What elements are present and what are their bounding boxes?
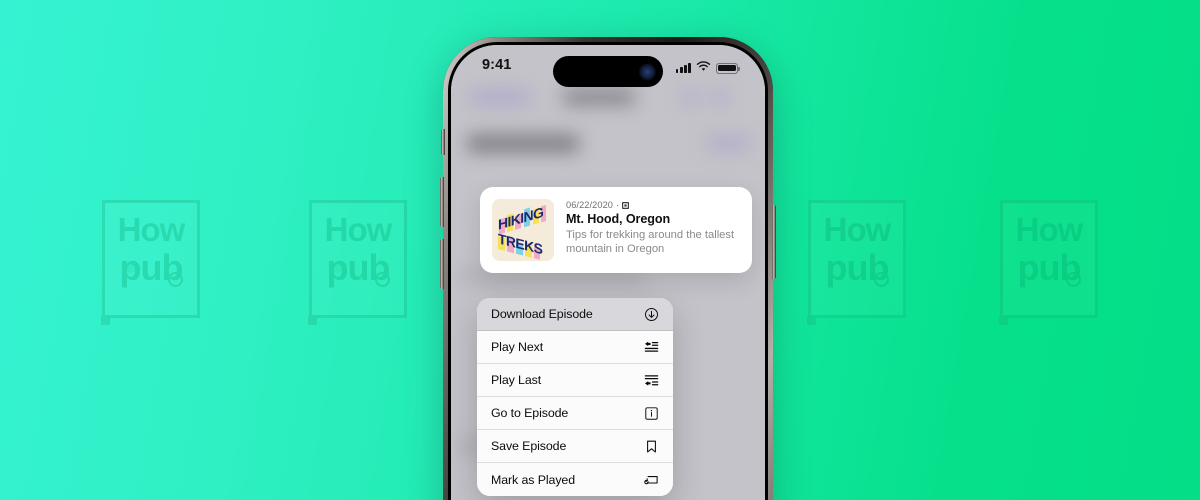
mute-switch[interactable] <box>441 129 445 155</box>
context-menu-item-save-episode[interactable]: Save Episode <box>477 430 673 463</box>
volume-up-button[interactable] <box>440 177 444 227</box>
mark-played-icon <box>644 472 659 487</box>
volume-down-button[interactable] <box>440 239 444 289</box>
battery-full-icon <box>716 62 741 74</box>
episode-meta: 06/22/2020 · Mt. Hood, Oregon Tips for t… <box>566 199 740 261</box>
watermark-line-1: How <box>117 211 186 248</box>
watermark-corner-mark <box>308 316 317 325</box>
context-menu-item-mark-as-played[interactable]: Mark as Played <box>477 463 673 496</box>
episode-date-row: 06/22/2020 · <box>566 200 740 210</box>
status-bar-indicators <box>675 59 741 77</box>
watermark-line-1: How <box>324 211 393 248</box>
context-menu-item-play-last[interactable]: Play Last <box>477 364 673 397</box>
context-menu-item-label: Play Next <box>491 340 544 354</box>
iphone-device-mockup: 9:41 HIKING TREKS 06/22/2020 · Mt. Hood,… <box>440 37 776 500</box>
watermark-corner-mark <box>101 316 110 325</box>
episode-subtitle: Tips for trekking around the tallest mou… <box>566 229 735 256</box>
episode-date: 06/22/2020 <box>566 200 613 210</box>
episode-date-separator: · <box>615 200 620 210</box>
phone-screen: 9:41 HIKING TREKS 06/22/2020 · Mt. Hood,… <box>451 45 765 500</box>
play-next-icon <box>644 340 659 355</box>
watermark-line-2: pub <box>119 247 184 288</box>
watermark-ring <box>1066 272 1081 287</box>
watermark-line-2: pub <box>825 247 890 288</box>
context-menu-item-label: Save Episode <box>491 439 567 453</box>
watermark-ring <box>168 272 183 287</box>
howpub-watermark: How pub <box>308 200 407 325</box>
status-bar-time: 9:41 <box>482 57 512 73</box>
dynamic-island <box>553 56 663 87</box>
context-menu-item-label: Download Episode <box>491 307 593 321</box>
play-last-icon <box>644 373 659 388</box>
watermark-line-1: How <box>1015 211 1084 248</box>
context-menu-item-label: Go to Episode <box>491 406 569 420</box>
bookmark-icon <box>644 439 659 454</box>
watermark-line-2: pub <box>1017 247 1082 288</box>
episode-card[interactable]: HIKING TREKS 06/22/2020 · Mt. Hood, Oreg… <box>480 187 752 273</box>
howpub-watermark: How pub <box>807 200 906 325</box>
context-menu-item-label: Play Last <box>491 373 542 387</box>
howpub-watermark: How pub <box>999 200 1098 325</box>
context-menu-item-download-episode[interactable]: Download Episode <box>477 298 673 331</box>
front-camera-icon <box>639 63 656 80</box>
context-menu-item-play-next[interactable]: Play Next <box>477 331 673 364</box>
context-menu-item-label: Mark as Played <box>491 472 575 487</box>
watermark-ring <box>874 272 889 287</box>
context-menu-item-go-to-episode[interactable]: Go to Episode <box>477 397 673 430</box>
watermark-ring <box>375 272 390 287</box>
watermark-line-2: pub <box>326 247 391 288</box>
signal-bars-icon <box>675 63 691 73</box>
episode-title: Mt. Hood, Oregon <box>566 212 671 226</box>
download-circle-icon <box>644 307 659 322</box>
wifi-icon <box>696 59 711 77</box>
hiking-treks-artwork-icon: HIKING TREKS <box>492 199 554 261</box>
howpub-watermark: How pub <box>101 200 200 325</box>
power-button[interactable] <box>772 205 776 279</box>
context-menu[interactable]: Download Episode Play Next Play Last Go to … <box>477 298 673 496</box>
watermark-line-1: How <box>823 211 892 248</box>
explicit-icon <box>622 201 630 209</box>
episode-artwork: HIKING TREKS <box>492 199 554 261</box>
watermark-corner-mark <box>999 316 1008 325</box>
info-square-icon <box>644 406 659 421</box>
watermark-corner-mark <box>807 316 816 325</box>
